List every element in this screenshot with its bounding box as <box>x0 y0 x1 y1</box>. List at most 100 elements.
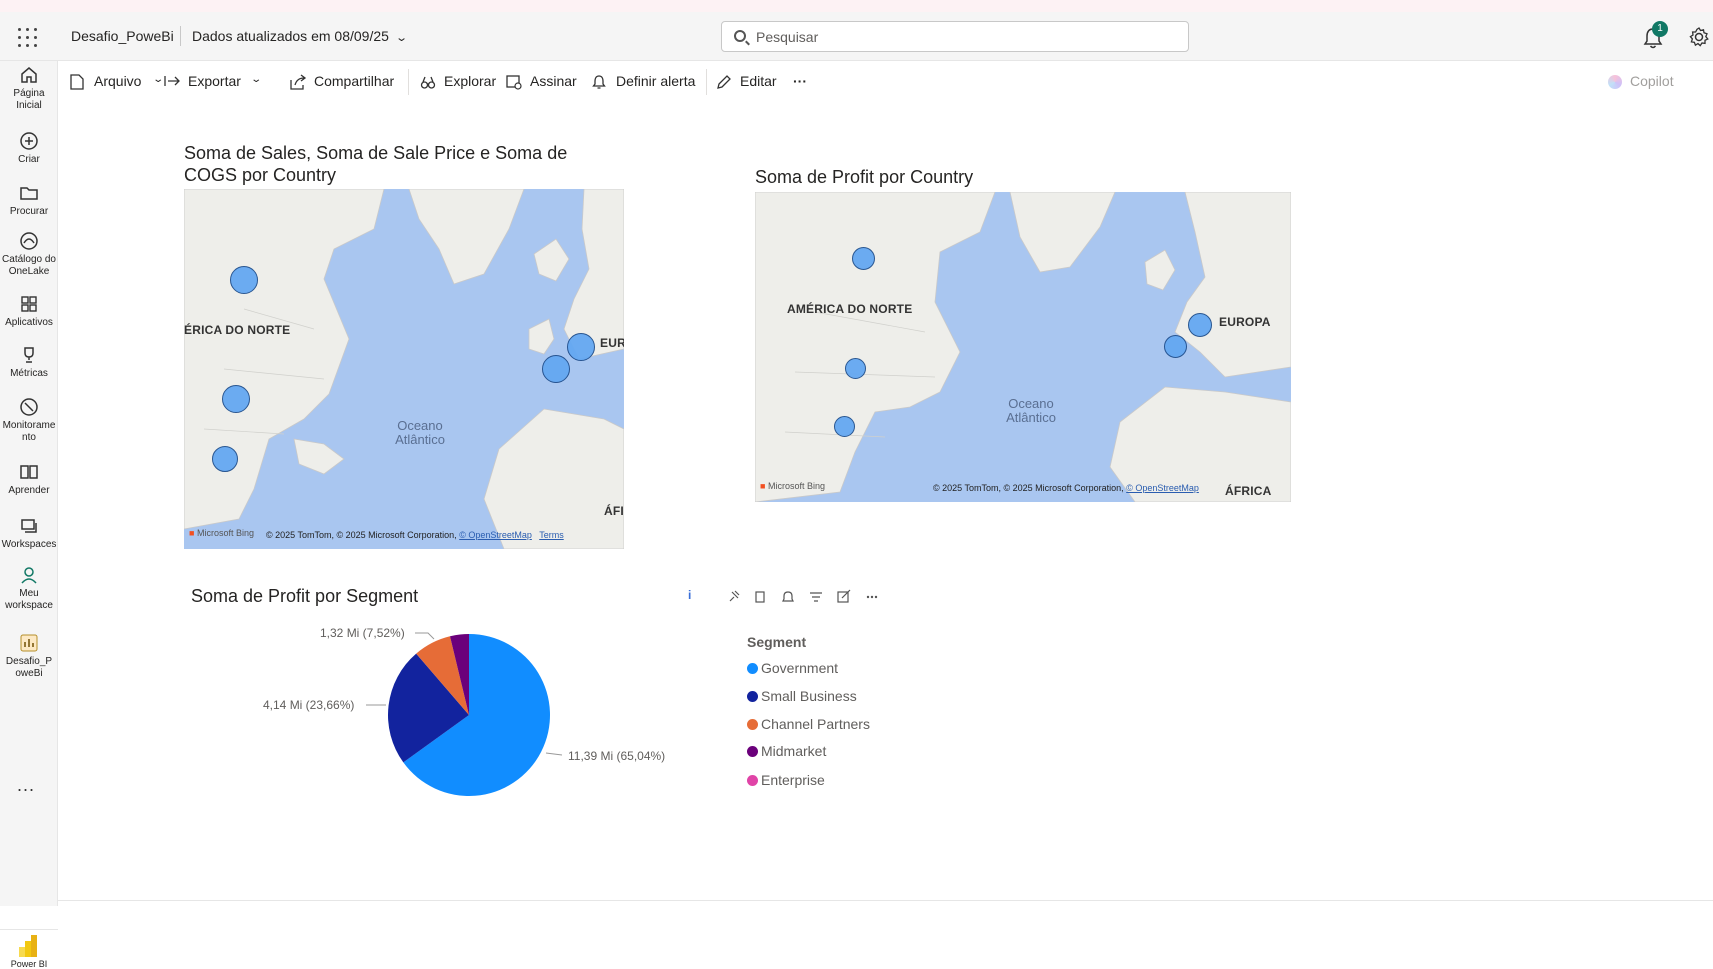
workspaces-icon <box>21 519 37 533</box>
map1-bubble[interactable] <box>222 385 250 413</box>
nav-home[interactable]: Página Inicial <box>0 65 58 112</box>
report-name[interactable]: Desafio_PoweBi <box>71 28 174 44</box>
chevron-down-icon: ⌄ <box>250 74 263 85</box>
copy-icon[interactable] <box>755 591 765 603</box>
nav-metrics[interactable]: Métricas <box>0 345 58 380</box>
legend-item-government[interactable]: Government <box>747 660 838 676</box>
book-icon <box>20 465 38 479</box>
folder-icon <box>20 187 38 200</box>
map2-bubble[interactable] <box>845 358 866 379</box>
pin-icon[interactable] <box>729 590 740 602</box>
map2-bubble[interactable] <box>834 416 855 437</box>
nav-label: Procurar <box>9 206 49 217</box>
apps-icon <box>21 296 37 312</box>
monitor-icon <box>20 398 38 416</box>
map2-visual[interactable]: AMÉRICA DO NORTE EUROPA ÁFRICA Oceano At… <box>755 192 1291 502</box>
nav-apps[interactable]: Aplicativos <box>0 294 58 329</box>
nav-workspaces[interactable]: Workspaces <box>0 516 58 551</box>
map2-europe-label: EUROPA <box>1219 315 1271 329</box>
notification-badge: 1 <box>1652 21 1668 37</box>
map1-copyright: © 2025 TomTom, © 2025 Microsoft Corporat… <box>266 530 564 540</box>
legend-item-midmarket[interactable]: Midmarket <box>747 743 826 759</box>
nav-label: Desafio_PoweBi <box>5 656 53 679</box>
powerbi-icon <box>19 935 37 957</box>
map1-bubble[interactable] <box>230 266 258 294</box>
app-launcher-icon[interactable] <box>18 28 38 48</box>
map1-bubble[interactable] <box>567 333 595 361</box>
data-updated-dropdown[interactable]: Dados atualizados em 08/09/25 ⌄ <box>192 28 408 44</box>
export-icon <box>164 76 180 86</box>
top-accent-strip <box>0 0 1713 12</box>
nav-my-workspace[interactable]: Meu workspace <box>0 565 58 612</box>
alert-bell-icon[interactable] <box>782 591 794 602</box>
nav-monitoring[interactable]: Monitoramento <box>0 397 58 444</box>
page-bottom-border <box>58 900 1713 901</box>
nav-label: Meu workspace <box>5 588 53 611</box>
visual-header-toolbar <box>729 589 878 603</box>
copilot-button[interactable]: Copilot <box>1608 73 1674 89</box>
more-options-button[interactable]: ··· <box>793 73 807 89</box>
map2-copyright: © 2025 TomTom, © 2025 Microsoft Corporat… <box>933 483 1199 493</box>
map2-bubble[interactable] <box>852 247 875 270</box>
legend-item-enterprise[interactable]: Enterprise <box>747 772 825 788</box>
nav-label: Criar <box>18 154 40 165</box>
powerbi-label: Power BI <box>10 959 48 969</box>
focus-mode-icon[interactable] <box>837 589 851 603</box>
filter-icon[interactable] <box>810 592 822 602</box>
pie-title: Soma de Profit por Segment <box>191 586 419 606</box>
nav-label: Monitoramento <box>2 420 56 443</box>
nav-label: Workspaces <box>1 539 57 550</box>
onelake-icon <box>20 232 38 250</box>
osm-link[interactable]: © OpenStreetMap <box>459 530 532 540</box>
pencil-icon <box>717 75 731 89</box>
legend-title: Segment <box>747 634 807 650</box>
nav-label: Catálogo do OneLake <box>2 254 56 277</box>
map1-bubble[interactable] <box>542 355 570 383</box>
nav-learn[interactable]: Aprender <box>0 462 58 497</box>
legend-item-channel-partners[interactable]: Channel Partners <box>747 716 870 732</box>
map1-ocean-label: Oceano Atlântico <box>395 418 445 447</box>
powerbi-logo[interactable]: Power BI <box>0 929 58 969</box>
data-updated-label: Dados atualizados em 08/09/25 <box>192 28 389 44</box>
nav-label: Aplicativos <box>5 317 53 328</box>
legend-swatch <box>747 663 758 674</box>
divider <box>180 26 181 46</box>
nav-report[interactable]: Desafio_PoweBi <box>0 633 58 680</box>
left-navigation: Página Inicial Criar Procurar Catálogo d… <box>0 61 58 969</box>
legend-swatch <box>747 746 758 757</box>
search-box[interactable] <box>721 21 1189 52</box>
nav-label: Página Inicial <box>13 88 45 111</box>
search-input[interactable] <box>756 27 1176 47</box>
divider <box>706 69 707 95</box>
map1-visual[interactable]: ÉRICA DO NORTE EUR ÁFI Oceano Atlântico … <box>184 189 624 549</box>
map1-europe-label: EUR <box>600 336 624 350</box>
chevron-down-icon: ⌄ <box>395 32 408 44</box>
pie-leader-lines <box>366 632 563 756</box>
map1-bubble[interactable] <box>212 446 238 472</box>
map1-continent-label: ÉRICA DO NORTE <box>184 323 291 337</box>
report-icon <box>20 634 38 652</box>
nav-browse[interactable]: Procurar <box>0 183 58 218</box>
subscribe-icon <box>506 75 522 90</box>
map1-title: Soma de Sales, Soma de Sale Price e Soma… <box>184 143 568 185</box>
osm-link[interactable]: © OpenStreetMap <box>1126 483 1199 493</box>
nav-onelake[interactable]: Catálogo do OneLake <box>0 231 58 278</box>
copilot-icon <box>1608 75 1622 89</box>
terms-link[interactable]: Terms <box>539 530 564 540</box>
file-icon <box>70 74 84 90</box>
legend-item-small-business[interactable]: Small Business <box>747 688 857 704</box>
map2-africa-label: ÁFRICA <box>1225 484 1272 498</box>
map2-bubble[interactable] <box>1188 313 1212 337</box>
binoculars-icon <box>420 76 436 89</box>
person-icon <box>21 567 37 584</box>
gear-icon[interactable] <box>1688 26 1710 48</box>
info-icon[interactable]: i <box>688 588 691 602</box>
bell-icon <box>592 75 606 89</box>
map2-bubble[interactable] <box>1164 335 1187 358</box>
nav-create[interactable]: Criar <box>0 131 58 166</box>
chevron-down-icon: ⌄ <box>152 74 165 85</box>
divider <box>408 69 409 95</box>
map2-land <box>755 192 1291 502</box>
more-icon[interactable]: ... <box>17 775 35 796</box>
more-options-icon[interactable] <box>866 595 878 599</box>
